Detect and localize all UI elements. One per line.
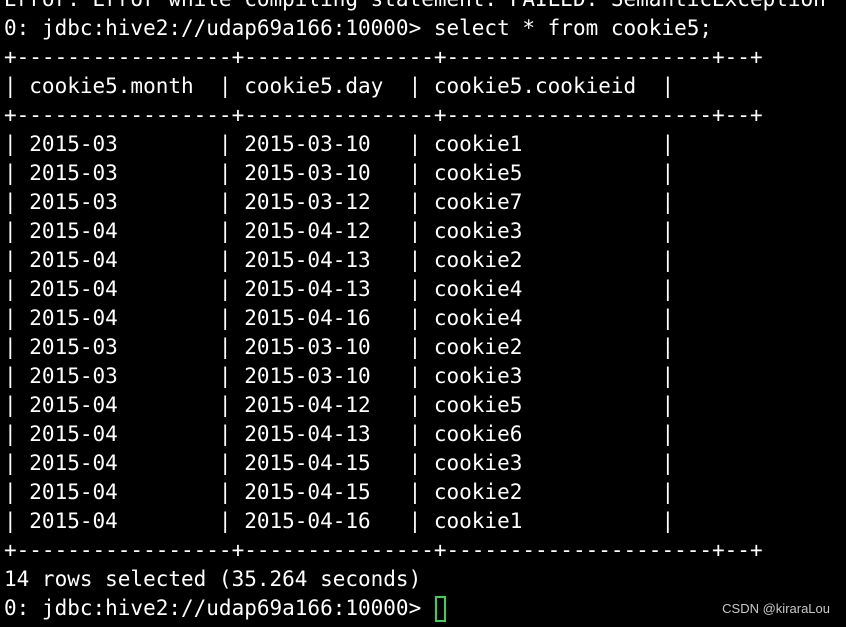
table-row: | 2015-04 | 2015-04-15 | cookie3 | <box>4 451 675 475</box>
table-border-header: +-----------------+---------------+-----… <box>4 103 763 127</box>
query-prompt-line: 0: jdbc:hive2://udap69a166:10000> select… <box>4 16 713 40</box>
table-row: | 2015-04 | 2015-04-15 | cookie2 | <box>4 480 675 504</box>
table-row: | 2015-03 | 2015-03-10 | cookie5 | <box>4 161 675 185</box>
watermark: CSDN @kiraraLou <box>722 601 830 616</box>
table-row: | 2015-03 | 2015-03-10 | cookie2 | <box>4 335 675 359</box>
table-row: | 2015-03 | 2015-03-10 | cookie1 | <box>4 132 675 156</box>
table-header-row: | cookie5.month | cookie5.day | cookie5.… <box>4 74 675 98</box>
table-border-bottom: +-----------------+---------------+-----… <box>4 538 763 562</box>
table-row: | 2015-04 | 2015-04-16 | cookie4 | <box>4 306 675 330</box>
table-border-top: +-----------------+---------------+-----… <box>4 45 763 69</box>
table-row: | 2015-04 | 2015-04-13 | cookie4 | <box>4 277 675 301</box>
current-prompt-line[interactable]: 0: jdbc:hive2://udap69a166:10000> <box>4 594 846 623</box>
table-row: | 2015-04 | 2015-04-16 | cookie1 | <box>4 509 675 533</box>
terminal-window[interactable]: { "terminal": { "error_line": "Error: Er… <box>0 0 846 627</box>
text-cursor[interactable] <box>434 596 446 622</box>
error-line: Error: Error while compiling statement: … <box>4 0 846 14</box>
table-row: | 2015-03 | 2015-03-10 | cookie3 | <box>4 364 675 388</box>
table-row: | 2015-04 | 2015-04-12 | cookie5 | <box>4 393 675 417</box>
current-prompt: 0: jdbc:hive2://udap69a166:10000> <box>4 596 434 620</box>
table-row: | 2015-04 | 2015-04-12 | cookie3 | <box>4 219 675 243</box>
table-row: | 2015-03 | 2015-03-12 | cookie7 | <box>4 190 675 214</box>
table-row: | 2015-04 | 2015-04-13 | cookie6 | <box>4 422 675 446</box>
rows-selected-summary: 14 rows selected (35.264 seconds) <box>4 567 422 591</box>
terminal-output: Error: Error while compiling statement: … <box>4 0 846 623</box>
table-row: | 2015-04 | 2015-04-13 | cookie2 | <box>4 248 675 272</box>
